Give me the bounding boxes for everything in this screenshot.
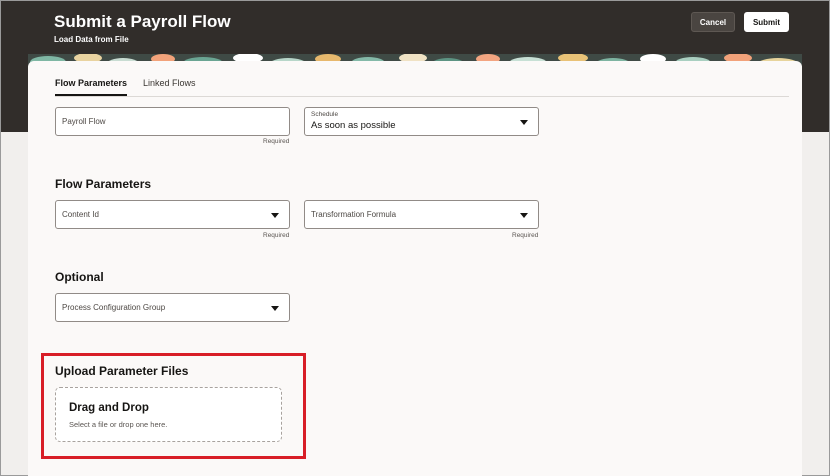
optional-heading: Optional xyxy=(55,270,104,284)
chevron-down-icon xyxy=(271,213,279,218)
chevron-down-icon xyxy=(520,120,528,125)
payroll-flow-label: Payroll Flow xyxy=(62,117,106,126)
payroll-flow-required: Required xyxy=(263,138,290,145)
transformation-formula-select[interactable]: Transformation Formula xyxy=(304,200,539,229)
transformation-formula-required: Required xyxy=(512,232,539,239)
page-title: Submit a Payroll Flow xyxy=(54,12,231,31)
content-id-required: Required xyxy=(263,232,290,239)
chevron-down-icon xyxy=(271,306,279,311)
process-configuration-group-select[interactable]: Process Configuration Group xyxy=(55,293,290,322)
chevron-down-icon xyxy=(520,213,528,218)
tabs-divider xyxy=(55,96,789,97)
tab-linked-flows[interactable]: Linked Flows xyxy=(143,78,196,88)
submit-button[interactable]: Submit xyxy=(744,12,789,32)
flow-parameters-heading: Flow Parameters xyxy=(55,177,152,191)
tab-flow-parameters[interactable]: Flow Parameters xyxy=(55,78,128,96)
transformation-formula-label: Transformation Formula xyxy=(311,210,397,219)
content-id-label: Content Id xyxy=(62,210,99,219)
payroll-flow-field[interactable]: Payroll Flow xyxy=(55,107,290,136)
page-subtitle: Load Data from File xyxy=(54,35,129,44)
cancel-button[interactable]: Cancel xyxy=(691,12,735,32)
highlight-box xyxy=(41,353,306,459)
schedule-select[interactable]: Schedule As soon as possible xyxy=(304,107,539,136)
app-window: Submit a Payroll Flow Load Data from Fil… xyxy=(0,0,830,476)
content-id-select[interactable]: Content Id xyxy=(55,200,290,229)
schedule-value: As soon as possible xyxy=(311,120,396,131)
schedule-label: Schedule xyxy=(311,111,339,118)
process-configuration-group-label: Process Configuration Group xyxy=(62,303,166,312)
